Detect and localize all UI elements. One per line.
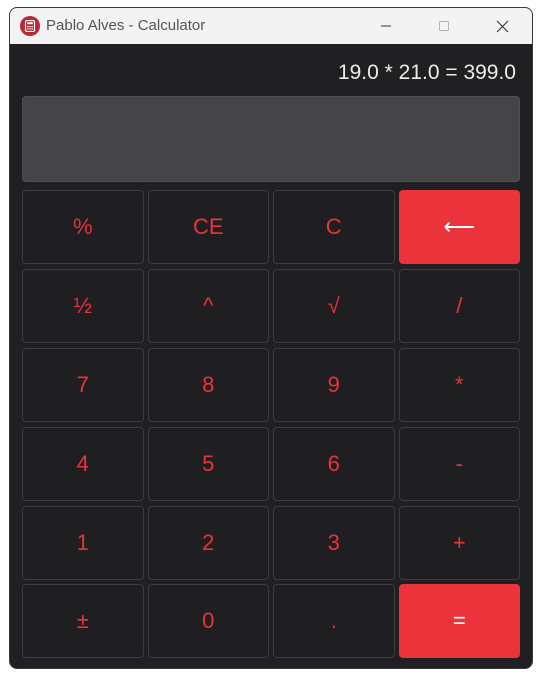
digit-3-button[interactable]: 3 [273,505,395,580]
multiply-button[interactable]: * [398,347,520,422]
decimal-button[interactable]: . [273,584,395,659]
add-button[interactable]: + [398,505,520,580]
digit-2-button[interactable]: 2 [147,505,269,580]
minimize-button[interactable] [357,8,415,44]
half-button[interactable]: ½ [22,268,144,343]
window-title: Pablo Alves - Calculator [46,17,206,34]
digit-7-button[interactable]: 7 [22,347,144,422]
digit-4-button[interactable]: 4 [22,426,144,501]
result-display [22,96,520,182]
maximize-button[interactable] [415,8,473,44]
digit-5-button[interactable]: 5 [147,426,269,501]
clear-button[interactable]: C [273,190,395,264]
percent-button[interactable]: % [22,190,144,264]
digit-6-button[interactable]: 6 [273,426,395,501]
backspace-button[interactable]: ⟵ [398,190,520,264]
keypad: % CE C ⟵ ½ ^ √/ 7 8 9 * 4 5 6- 1 2 3 + ±0. = [22,190,522,660]
clear-entry-button[interactable]: CE [147,190,269,264]
expression-label: 19.0 * 21.0 = 399.0 [337,61,516,84]
square-root-button[interactable]: √ [273,268,395,343]
title-bar[interactable]: Pablo Alves - Calculator [10,8,532,44]
maximize-icon [439,21,449,31]
divide-button[interactable]: / [398,268,520,343]
calculator-window: Pablo Alves - Calculator 19.0 * 21.0 = 3… [9,7,533,669]
equals-button[interactable]: = [398,584,520,659]
calculator-icon [20,16,40,36]
digit-1-button[interactable]: 1 [22,505,144,580]
plus-minus-button[interactable]: ± [22,584,144,659]
close-icon [496,20,508,32]
digit-9-button[interactable]: 9 [273,347,395,422]
power-button[interactable]: ^ [147,268,269,343]
close-button[interactable] [473,8,531,44]
digit-8-button[interactable]: 8 [147,347,269,422]
subtract-button[interactable]: - [398,426,520,501]
minimize-icon [381,25,391,27]
digit-0-button[interactable]: 0 [147,584,269,659]
